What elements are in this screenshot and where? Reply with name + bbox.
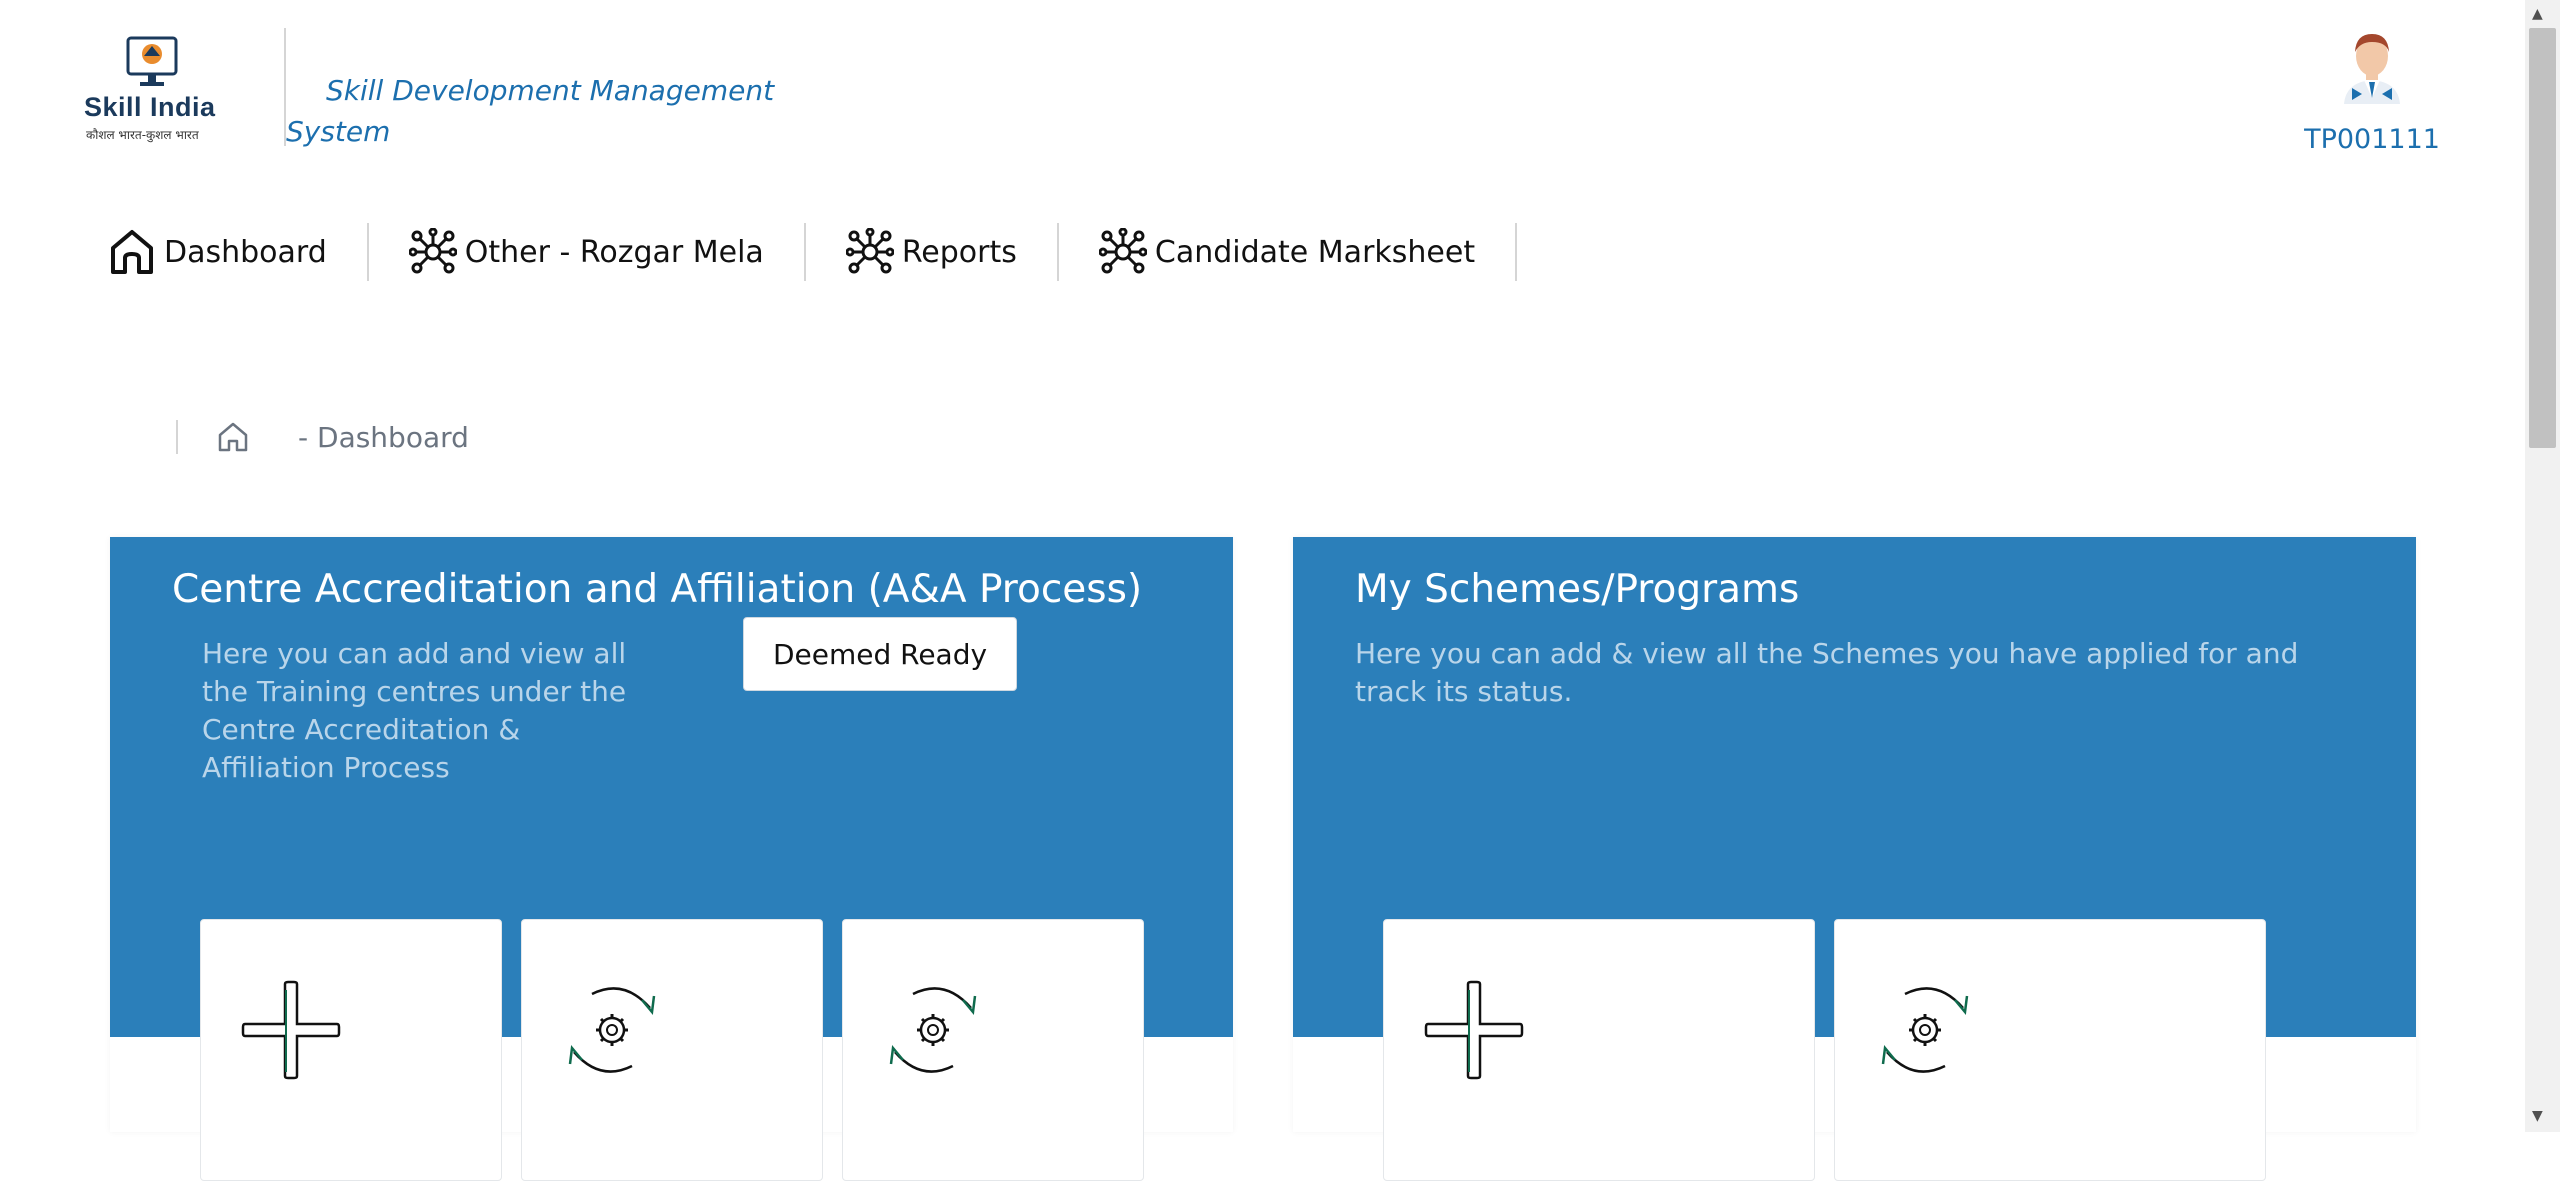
network-icon — [845, 228, 894, 276]
aa-view-tile[interactable] — [521, 919, 823, 1181]
scroll-up-arrow-icon[interactable]: ▲ — [2532, 6, 2543, 22]
nav-label: Reports — [901, 234, 1017, 270]
aa-add-tile[interactable] — [200, 919, 502, 1181]
breadcrumb-home-icon[interactable] — [216, 420, 250, 454]
scroll-down-arrow-icon[interactable]: ▼ — [2532, 1108, 2543, 1124]
card-description: Here you can add and view all the Traini… — [202, 637, 627, 784]
nav-label: Other - Rozgar Mela — [464, 234, 764, 270]
logo-subtitle: कौशल भारत-कुशल भारत — [86, 128, 199, 142]
schemes-add-tile[interactable] — [1383, 919, 1815, 1181]
nav-label: Candidate Marksheet — [1154, 234, 1476, 270]
home-icon — [108, 228, 156, 276]
card-title: Centre Accreditation and Affiliation (A&… — [172, 567, 1143, 612]
nav-item-candidate-marksheet[interactable]: Candidate Marksheet — [1098, 223, 1518, 281]
main-nav: Dashboard Other - Rozgar Mela Reports Ca… — [108, 220, 1518, 284]
card-title: My Schemes/Programs — [1355, 567, 1800, 612]
logo-title: Skill India — [84, 92, 216, 122]
nav-label: Dashboard — [164, 234, 327, 270]
breadcrumb-current: - Dashboard — [298, 421, 469, 454]
user-id[interactable]: TP001111 — [2300, 124, 2444, 155]
network-icon — [1098, 228, 1147, 276]
scrollbar-thumb[interactable] — [2529, 28, 2556, 448]
app-title: Skill Development Management System — [286, 74, 775, 148]
logo-emblem-icon — [126, 36, 178, 86]
nav-item-rozgar-mela[interactable]: Other - Rozgar Mela — [408, 223, 806, 281]
refresh-gear-icon — [889, 987, 977, 1073]
aa-status-tile[interactable] — [842, 919, 1144, 1181]
plus-icon — [241, 980, 341, 1080]
deemed-ready-button[interactable]: Deemed Ready — [743, 617, 1017, 691]
schemes-status-tile[interactable] — [1834, 919, 2266, 1181]
breadcrumb-divider — [176, 420, 178, 454]
nav-item-dashboard[interactable]: Dashboard — [108, 223, 369, 281]
refresh-gear-icon — [1881, 987, 1969, 1073]
skill-india-logo[interactable]: Skill India कौशल भारत-कुशल भारत — [78, 34, 228, 146]
nav-item-reports[interactable]: Reports — [845, 223, 1059, 281]
refresh-gear-icon — [568, 987, 656, 1073]
plus-icon — [1424, 980, 1524, 1080]
user-avatar-icon[interactable] — [2338, 28, 2406, 104]
card-description: Here you can add & view all the Schemes … — [1355, 637, 2299, 708]
network-icon — [408, 228, 457, 276]
